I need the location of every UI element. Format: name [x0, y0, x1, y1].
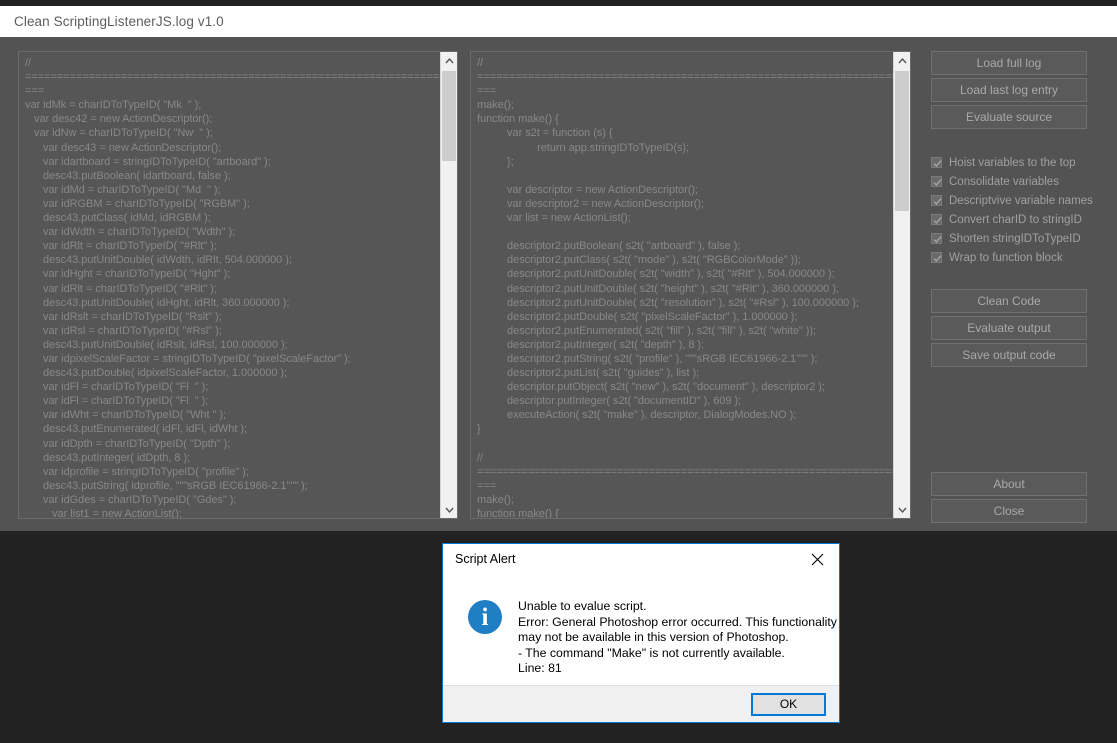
dialog-message: Unable to evalue script. Error: General … [518, 599, 837, 687]
checkmark-icon [931, 233, 942, 244]
dialog-message-line: may not be available in this version of … [518, 630, 789, 644]
options-checkbox-group: Hoist variables to the top Consolidate v… [931, 153, 1093, 267]
source-log-code-area[interactable]: // =====================================… [19, 52, 440, 518]
source-log-panel[interactable]: // =====================================… [18, 51, 458, 519]
control-column: Load full log Load last log entry Evalua… [931, 51, 1093, 367]
load-last-log-entry-button[interactable]: Load last log entry [931, 78, 1087, 102]
close-button[interactable]: Close [931, 499, 1087, 523]
dialog-title: Script Alert [455, 552, 516, 566]
checkbox-label: Convert charID to stringID [949, 213, 1082, 226]
application-window: Clean ScriptingListenerJS.log v1.0 // ==… [0, 0, 1117, 531]
dialog-footer: OK [443, 685, 839, 722]
cleaned-output-code-text: // =====================================… [477, 57, 893, 518]
load-button-group: Load full log Load last log entry Evalua… [931, 51, 1087, 129]
cleaned-output-scrollbar[interactable] [893, 52, 910, 518]
evaluate-source-button[interactable]: Evaluate source [931, 105, 1087, 129]
scroll-up-icon[interactable] [441, 52, 457, 69]
bottom-button-group: About Close [931, 472, 1087, 523]
dialog-message-line: Error: General Photoshop error occurred.… [518, 614, 837, 629]
window-title: Clean ScriptingListenerJS.log v1.0 [14, 14, 224, 29]
checkmark-icon [931, 195, 942, 206]
checkmark-icon [931, 157, 942, 168]
checkbox-wrap-function-block[interactable]: Wrap to function block [931, 248, 1087, 267]
clean-code-button[interactable]: Clean Code [931, 289, 1087, 313]
scroll-down-icon[interactable] [894, 501, 910, 518]
info-icon: i [468, 600, 502, 634]
source-log-scrollbar-thumb[interactable] [442, 71, 456, 161]
cleaned-output-code-area[interactable]: // =====================================… [471, 52, 893, 518]
checkbox-label: Shorten stringIDToTypeID [949, 232, 1081, 245]
checkbox-shorten-stringidtotypeid[interactable]: Shorten stringIDToTypeID [931, 229, 1087, 248]
checkbox-label: Hoist variables to the top [949, 156, 1076, 169]
dialog-message-line: - The command "Make" is not currently av… [518, 645, 785, 660]
dialog-titlebar: Script Alert [443, 544, 839, 574]
dialog-message-line: Line: 81 [518, 661, 562, 675]
checkbox-descriptive-names[interactable]: Descriptvive variable names [931, 191, 1093, 210]
dialog-message-line: Unable to evalue script. [518, 599, 647, 613]
checkmark-icon [931, 252, 942, 263]
action-button-group: Clean Code Evaluate output Save output c… [931, 289, 1087, 367]
source-log-scrollbar[interactable] [440, 52, 457, 518]
window-titlebar: Clean ScriptingListenerJS.log v1.0 [0, 6, 1117, 37]
close-icon[interactable] [795, 545, 839, 574]
scroll-down-icon[interactable] [441, 501, 457, 518]
scroll-up-icon[interactable] [894, 52, 910, 69]
checkbox-hoist-variables[interactable]: Hoist variables to the top [931, 153, 1087, 172]
checkbox-label: Wrap to function block [949, 251, 1063, 264]
checkmark-icon [931, 214, 942, 225]
script-alert-dialog: Script Alert i Unable to evalue script. … [442, 543, 840, 723]
dialog-body: i Unable to evalue script. Error: Genera… [443, 574, 839, 687]
save-output-code-button[interactable]: Save output code [931, 343, 1087, 367]
checkbox-label: Consolidate variables [949, 175, 1059, 188]
evaluate-output-button[interactable]: Evaluate output [931, 316, 1087, 340]
checkbox-convert-charid[interactable]: Convert charID to stringID [931, 210, 1087, 229]
checkmark-icon [931, 176, 942, 187]
checkbox-consolidate-variables[interactable]: Consolidate variables [931, 172, 1087, 191]
cleaned-output-scrollbar-thumb[interactable] [895, 71, 909, 211]
about-button[interactable]: About [931, 472, 1087, 496]
checkbox-label: Descriptvive variable names [949, 194, 1093, 207]
screen: Clean ScriptingListenerJS.log v1.0 // ==… [0, 0, 1117, 743]
ok-button[interactable]: OK [751, 692, 826, 716]
source-log-code-text: // =====================================… [25, 57, 440, 518]
cleaned-output-panel[interactable]: // =====================================… [470, 51, 911, 519]
load-full-log-button[interactable]: Load full log [931, 51, 1087, 75]
